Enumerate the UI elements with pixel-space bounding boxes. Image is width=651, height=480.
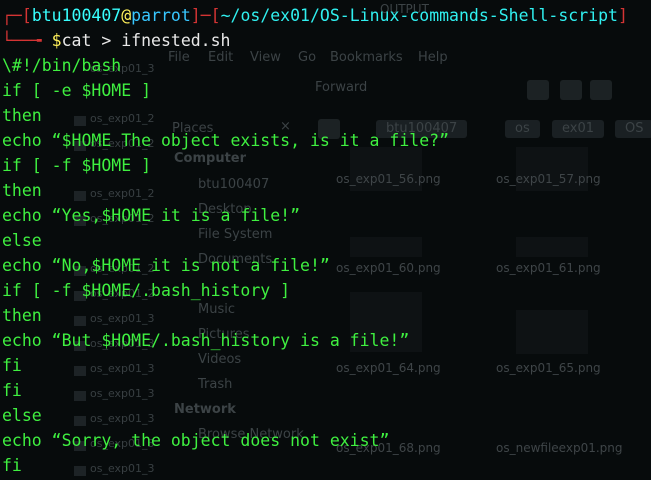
- script-line: if [ -e $HOME ]: [2, 81, 152, 100]
- script-line: echo “Yes,$HOME it is a file!”: [2, 206, 301, 225]
- script-line: if [ -f $HOME ]: [2, 156, 152, 175]
- prompt-at: @: [121, 6, 132, 25]
- prompt-bracket: ┌─[: [2, 6, 32, 25]
- terminal-output[interactable]: ┌─[btu100407@parrot]─[~/os/ex01/OS-Linux…: [2, 3, 628, 478]
- script-line: echo “Sorry, the object does not exist”: [2, 431, 390, 450]
- script-line: \#!/bin/bash: [2, 56, 122, 75]
- script-line: echo “But $HOME/.bash_history is a file!…: [2, 331, 410, 350]
- script-line: fi: [2, 356, 22, 375]
- command-text: cat > ifnested.sh: [61, 31, 231, 50]
- script-line: fi: [2, 456, 22, 475]
- script-line: then: [2, 106, 42, 125]
- script-line: then: [2, 306, 42, 325]
- prompt-bracket-close: ]: [617, 6, 628, 25]
- prompt-arrow: └──╼: [2, 31, 52, 50]
- prompt-user: btu100407: [31, 6, 122, 25]
- prompt-host: parrot: [131, 6, 191, 25]
- prompt-line-2: └──╼ $cat > ifnested.sh: [2, 28, 628, 53]
- prompt-line-1: ┌─[btu100407@parrot]─[~/os/ex01/OS-Linux…: [2, 3, 628, 28]
- script-line: else: [2, 406, 42, 425]
- prompt-separator: ]─[: [190, 6, 221, 25]
- prompt-dollar: $: [51, 31, 62, 50]
- script-line: if [ -f $HOME/.bash_history ]: [2, 281, 291, 300]
- prompt-path: ~/os/ex01/OS-Linux-commands-Shell-script: [220, 6, 618, 25]
- script-line: echo “$HOME The object exists, is it a f…: [2, 131, 450, 150]
- script-line: else: [2, 231, 42, 250]
- script-line: fi: [2, 381, 22, 400]
- script-line: then: [2, 181, 42, 200]
- script-line: echo “No,$HOME it is not a file!”: [2, 256, 330, 275]
